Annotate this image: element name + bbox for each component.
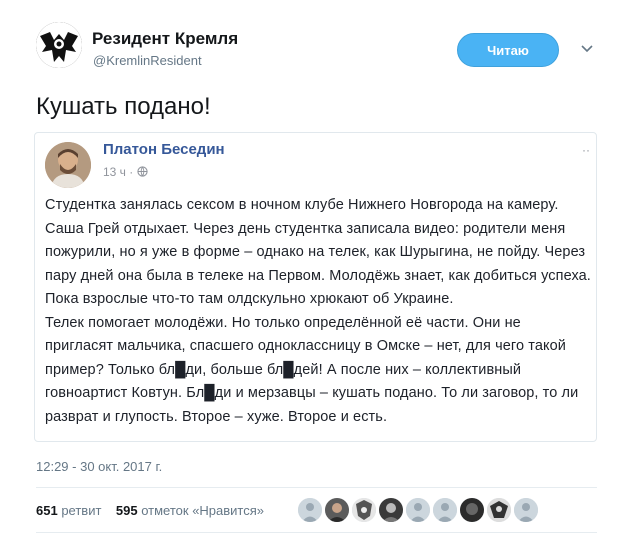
quoted-post-card: Платон Беседин 13 ч · ·· Студентка занял…: [34, 132, 597, 442]
engagement-stats: 651 ретвит 595 отметок «Нравится»: [36, 503, 264, 518]
tweet-text: Кушать подано!: [36, 93, 211, 120]
post-time[interactable]: 13 ч: [103, 165, 126, 179]
likes-count: 595: [115, 503, 138, 518]
liker-avatar[interactable]: [433, 498, 457, 522]
liker-avatar[interactable]: [352, 498, 376, 522]
author-name[interactable]: Резидент Кремля: [92, 29, 238, 49]
quoted-author-name[interactable]: Платон Беседин: [103, 141, 225, 158]
retweet-stat[interactable]: 651 ретвит: [36, 503, 101, 518]
quoted-post-body: Студентка занялась сексом в ночном клубе…: [45, 194, 591, 429]
retweet-count: 651: [36, 503, 58, 518]
liker-avatar[interactable]: [379, 498, 403, 522]
author-avatar[interactable]: [36, 22, 82, 68]
likes-stat[interactable]: 595 отметок «Нравится»: [116, 503, 264, 518]
liker-avatar[interactable]: [487, 498, 511, 522]
quoted-paragraph: Студентка занялась сексом в ночном клубе…: [45, 197, 591, 307]
divider: [36, 532, 597, 533]
globe-icon: [136, 166, 148, 177]
following-button[interactable]: Читаю: [457, 33, 559, 67]
more-options-icon[interactable]: ··: [582, 143, 590, 157]
retweet-label: ретвит: [61, 503, 102, 518]
likers-avatars: [298, 498, 538, 522]
liker-avatar[interactable]: [325, 498, 349, 522]
liker-avatar[interactable]: [460, 498, 484, 522]
liker-avatar[interactable]: [406, 498, 430, 522]
divider: [36, 487, 597, 488]
quoted-paragraph: Телек помогает молодёжи. Но только опред…: [45, 314, 579, 425]
eagle-logo-icon: [36, 22, 82, 68]
quoted-author-avatar[interactable]: [45, 142, 91, 188]
likes-label: отметок «Нравится»: [141, 503, 265, 518]
liker-avatar[interactable]: [514, 498, 538, 522]
author-handle[interactable]: @KremlinResident: [93, 53, 202, 68]
quoted-post-meta: 13 ч ·: [103, 165, 148, 179]
chevron-down-icon[interactable]: [580, 42, 594, 56]
liker-avatar[interactable]: [298, 498, 322, 522]
tweet-timestamp[interactable]: 12:29 - 30 окт. 2017 г.: [36, 459, 162, 474]
person-photo-icon: [45, 142, 91, 188]
separator-dot: ·: [129, 165, 137, 179]
